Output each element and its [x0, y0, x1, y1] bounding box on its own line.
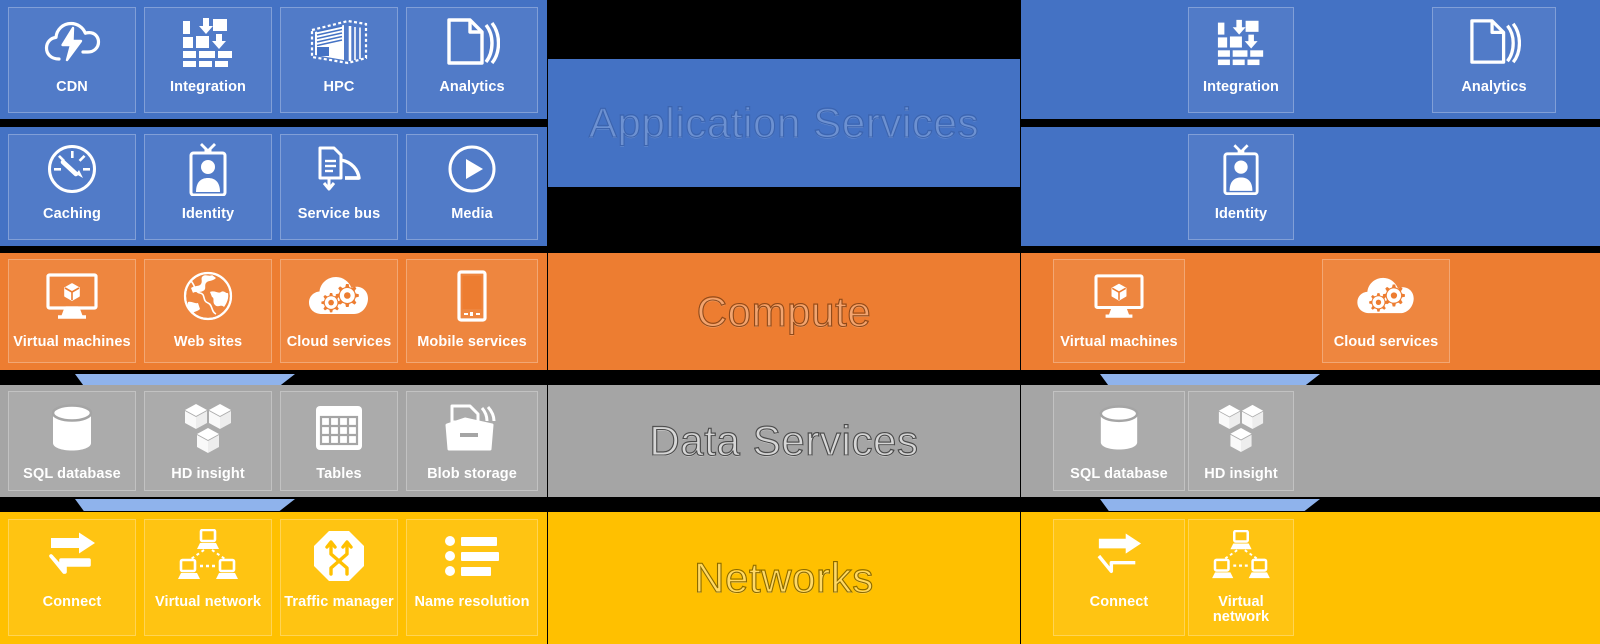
stacked-documents-icon [1433, 8, 1555, 76]
tile-blob-storage[interactable]: Blob storage [406, 391, 538, 491]
tile-label: SQL database [1070, 466, 1168, 482]
tile-label: Analytics [439, 79, 505, 95]
smartphone-icon [407, 260, 537, 332]
center-label-data-services: Data Services [649, 416, 919, 464]
bricks-arrows-icon [1189, 8, 1293, 76]
tile-connect-right[interactable]: Connect [1053, 519, 1185, 636]
tile-identity-right[interactable]: Identity [1188, 134, 1294, 240]
tile-label: Virtual machines [13, 334, 131, 350]
service-bus-icon [281, 135, 397, 203]
tile-label: HD insight [171, 466, 245, 482]
cloud-gears-icon [1323, 260, 1449, 332]
center-networks-band: Networks [548, 512, 1020, 644]
tile-virtual-network[interactable]: Virtual network [144, 519, 272, 636]
server-rack-icon [281, 8, 397, 76]
tile-label: Virtual machines [1060, 334, 1178, 350]
tile-sql-database-right[interactable]: SQL database [1053, 391, 1185, 491]
tile-label: Cloud services [286, 334, 392, 350]
bricks-arrows-icon [145, 8, 271, 76]
tile-analytics-right[interactable]: Analytics [1432, 7, 1556, 113]
tile-label: Identity [181, 206, 235, 222]
tile-label: Name resolution [414, 594, 530, 610]
id-badge-icon [1189, 135, 1293, 203]
globe-icon [145, 260, 271, 332]
tile-integration[interactable]: Integration [144, 7, 272, 113]
play-circle-icon [407, 135, 537, 203]
tile-virtual-machines[interactable]: Virtual machines [8, 259, 136, 363]
center-compute-band: Compute [548, 253, 1020, 370]
tile-label: Connect [1089, 594, 1149, 610]
tile-label: Mobile services [417, 334, 527, 350]
tile-label: HD insight [1204, 466, 1278, 482]
tile-label: Media [451, 206, 493, 222]
connect-arrow-icon [9, 520, 135, 592]
monitor-box-icon [1054, 260, 1184, 332]
table-grid-icon [281, 392, 397, 464]
connector-data-to-networks-left [75, 499, 295, 511]
cloud-lightning-icon [9, 8, 135, 76]
tile-label: Web sites [173, 334, 243, 350]
tile-traffic-manager[interactable]: Traffic manager [280, 519, 398, 636]
tile-label: Blob storage [427, 466, 517, 482]
center-label-networks: Networks [694, 553, 874, 601]
monitor-box-icon [9, 260, 135, 332]
traffic-octagon-icon [281, 520, 397, 592]
network-computers-icon [1189, 520, 1293, 592]
tile-hpc[interactable]: HPC [280, 7, 398, 113]
center-label-application-services: Application Services [588, 98, 980, 146]
database-cylinder-icon [9, 392, 135, 464]
tile-label: Traffic manager [284, 594, 394, 610]
tile-virtual-machines-right[interactable]: Virtual machines [1053, 259, 1185, 363]
id-badge-icon [145, 135, 271, 203]
tile-service-bus[interactable]: Service bus [280, 134, 398, 240]
stacked-documents-icon [407, 8, 537, 76]
tile-web-sites[interactable]: Web sites [144, 259, 272, 363]
tile-cdn[interactable]: CDN [8, 7, 136, 113]
tile-analytics[interactable]: Analytics [406, 7, 538, 113]
tile-label: SQL database [23, 466, 121, 482]
three-cubes-icon [1189, 392, 1293, 464]
tile-cloud-services[interactable]: Cloud services [280, 259, 398, 363]
right-appservices-band-lower [1021, 127, 1600, 246]
tile-label: Identity [1214, 206, 1268, 222]
tile-label: Tables [316, 466, 362, 482]
gauge-icon [9, 135, 135, 203]
tile-virtual-network-right[interactable]: Virtual network [1188, 519, 1294, 636]
tile-caching[interactable]: Caching [8, 134, 136, 240]
center-dataservices-band: Data Services [548, 385, 1020, 497]
database-cylinder-icon [1054, 392, 1184, 464]
network-computers-icon [145, 520, 271, 592]
tile-name-resolution[interactable]: Name resolution [406, 519, 538, 636]
tile-label: Integration [169, 79, 246, 95]
tile-label: Caching [43, 206, 101, 222]
center-label-compute: Compute [696, 287, 872, 335]
tile-label: CDN [56, 79, 88, 95]
tile-mobile-services[interactable]: Mobile services [406, 259, 538, 363]
tile-connect[interactable]: Connect [8, 519, 136, 636]
tile-media[interactable]: Media [406, 134, 538, 240]
tile-label: HPC [323, 79, 355, 95]
tile-label: Connect [42, 594, 102, 610]
tile-hd-insight[interactable]: HD insight [144, 391, 272, 491]
center-appservices-band: Application Services [548, 59, 1020, 187]
tile-integration-right[interactable]: Integration [1188, 7, 1294, 113]
tile-tables[interactable]: Tables [280, 391, 398, 491]
connector-data-to-networks-right [1100, 499, 1320, 511]
tile-label: Virtual network [1212, 594, 1270, 625]
bullet-list-icon [407, 520, 537, 592]
blob-storage-icon [407, 392, 537, 464]
tile-label: Cloud services [1333, 334, 1439, 350]
three-cubes-icon [145, 392, 271, 464]
tile-sql-database[interactable]: SQL database [8, 391, 136, 491]
diagram-canvas: Application Services CDN Integration HPC… [0, 0, 1600, 644]
tile-cloud-services-right[interactable]: Cloud services [1322, 259, 1450, 363]
cloud-gears-icon [281, 260, 397, 332]
connect-arrow-icon [1054, 520, 1184, 592]
tile-label: Analytics [1461, 79, 1527, 95]
tile-label: Virtual network [155, 594, 261, 610]
tile-identity[interactable]: Identity [144, 134, 272, 240]
tile-label: Integration [1202, 79, 1279, 95]
tile-label: Service bus [297, 206, 381, 222]
tile-hd-insight-right[interactable]: HD insight [1188, 391, 1294, 491]
